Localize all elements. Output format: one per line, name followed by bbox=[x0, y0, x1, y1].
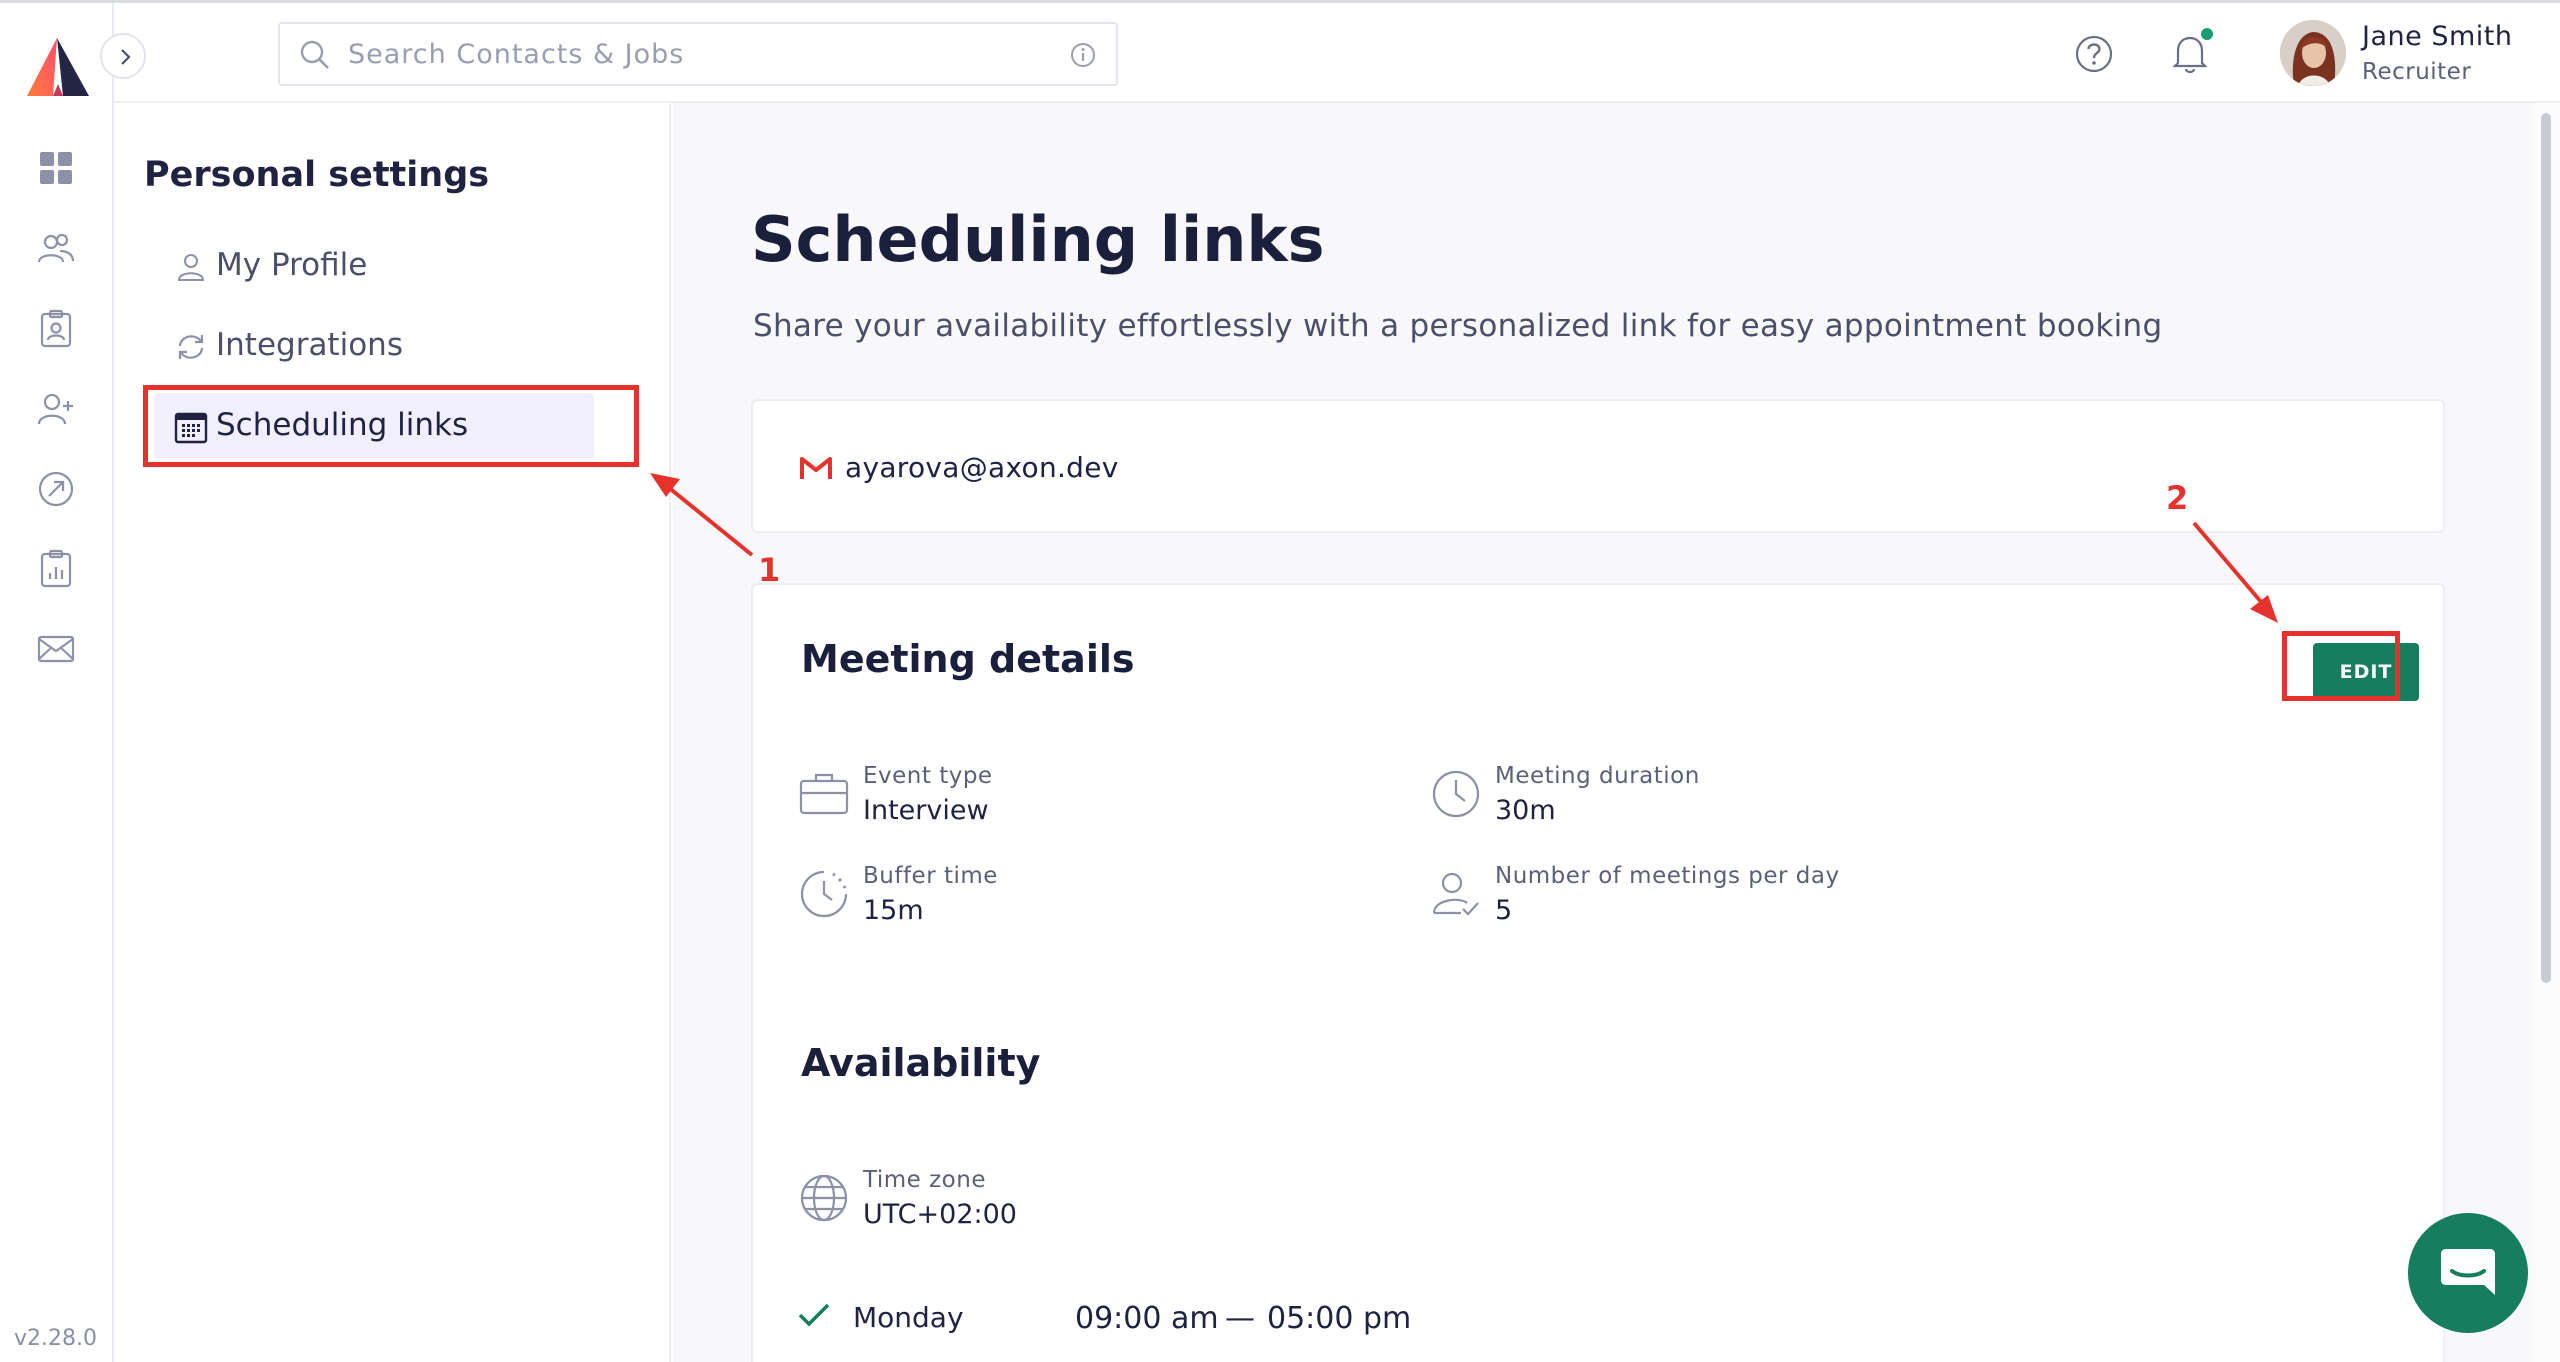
user-icon bbox=[177, 254, 205, 281]
briefcase-icon bbox=[799, 773, 849, 815]
detail-meetings-per-day: Number of meetings per day 5 bbox=[1431, 863, 1991, 933]
nav-item-my-profile[interactable]: My Profile bbox=[154, 233, 594, 299]
meeting-duration-label: Meeting duration bbox=[1495, 763, 1700, 789]
reports-icon[interactable] bbox=[36, 549, 76, 589]
globe-icon bbox=[800, 1174, 848, 1222]
event-type-value: Interview bbox=[863, 795, 989, 826]
app-version: v2.28.0 bbox=[14, 1326, 97, 1351]
availability-title: Availability bbox=[801, 1041, 1041, 1085]
meetings-per-day-value: 5 bbox=[1495, 895, 1513, 926]
analytics-icon[interactable] bbox=[36, 469, 76, 509]
event-type-label: Event type bbox=[863, 763, 993, 789]
info-icon[interactable] bbox=[1070, 42, 1096, 68]
annotation-box-scheduling-links bbox=[143, 385, 639, 467]
jobs-icon[interactable] bbox=[36, 309, 76, 349]
time-zone-value: UTC+02:00 bbox=[863, 1199, 1017, 1230]
detail-buffer-time: Buffer time 15m bbox=[799, 863, 1359, 933]
settings-sidebar: Personal settings My Profile Integration… bbox=[114, 103, 671, 1362]
day-start-time: 09:00 am bbox=[1075, 1301, 1219, 1336]
detail-meeting-duration: Meeting duration 30m bbox=[1431, 763, 1991, 833]
search-input[interactable] bbox=[348, 34, 1028, 74]
buffer-clock-icon bbox=[800, 870, 848, 918]
search-box[interactable] bbox=[278, 22, 1118, 86]
scroll-thumb[interactable] bbox=[2541, 113, 2551, 983]
annotation-step-2: 2 bbox=[2166, 479, 2189, 517]
notification-dot bbox=[2198, 25, 2216, 43]
connected-email: ayarova@axon.dev bbox=[845, 451, 1119, 484]
expand-sidebar-button[interactable] bbox=[100, 33, 146, 79]
main-content: Scheduling links Share your availability… bbox=[673, 103, 2533, 1362]
user-role: Recruiter bbox=[2362, 59, 2472, 85]
detail-time-zone[interactable]: Time zone UTC+02:00 bbox=[799, 1167, 1359, 1237]
main-scrollbar[interactable] bbox=[2532, 103, 2560, 1362]
settings-heading: Personal settings bbox=[144, 155, 490, 195]
clock-icon bbox=[1432, 770, 1480, 818]
app-root: v2.28.0 Search Contacts & Jobs Jane Smit… bbox=[0, 0, 2560, 1362]
user-check-icon bbox=[1432, 872, 1479, 916]
add-user-icon[interactable] bbox=[36, 389, 76, 429]
meetings-per-day-label: Number of meetings per day bbox=[1495, 863, 1840, 889]
page-title: Scheduling links bbox=[751, 203, 1325, 276]
user-avatar[interactable] bbox=[2280, 20, 2346, 86]
gmail-icon bbox=[800, 457, 832, 479]
nav-label-integrations: Integrations bbox=[216, 327, 403, 363]
sync-icon bbox=[178, 335, 204, 359]
buffer-time-label: Buffer time bbox=[863, 863, 998, 889]
availability-row-monday[interactable]: Monday 09:00 am — 05:00 pm bbox=[797, 1295, 1597, 1345]
meeting-details-title: Meeting details bbox=[801, 637, 1135, 681]
chat-icon bbox=[2441, 1249, 2495, 1295]
nav-item-integrations[interactable]: Integrations bbox=[154, 313, 594, 379]
detail-event-type: Event type Interview bbox=[799, 763, 1359, 833]
contacts-icon[interactable] bbox=[36, 229, 76, 269]
connected-email-card: ayarova@axon.dev bbox=[751, 399, 2445, 533]
page-subtitle: Share your availability effortlessly wit… bbox=[753, 308, 2163, 344]
buffer-time-value: 15m bbox=[863, 895, 924, 926]
app-logo[interactable] bbox=[23, 36, 93, 100]
meeting-details-card: Meeting details EDIT Event type Intervie… bbox=[751, 583, 2445, 1362]
chat-support-button[interactable] bbox=[2408, 1213, 2528, 1333]
mail-icon[interactable] bbox=[36, 629, 76, 669]
left-rail: v2.28.0 bbox=[0, 3, 114, 1362]
dashboard-icon[interactable] bbox=[36, 148, 76, 188]
meeting-duration-value: 30m bbox=[1495, 795, 1556, 826]
check-icon bbox=[798, 1303, 830, 1327]
annotation-step-1: 1 bbox=[758, 551, 781, 589]
help-icon[interactable] bbox=[2074, 34, 2114, 74]
annotation-box-edit-button bbox=[2282, 631, 2400, 701]
user-name[interactable]: Jane Smith bbox=[2362, 21, 2512, 52]
nav-label-my-profile: My Profile bbox=[216, 247, 368, 283]
time-range-dash: — bbox=[1225, 1301, 1255, 1336]
day-name: Monday bbox=[853, 1301, 964, 1334]
day-end-time: 05:00 pm bbox=[1267, 1301, 1412, 1336]
time-zone-label: Time zone bbox=[863, 1167, 986, 1193]
search-icon bbox=[300, 40, 329, 69]
chevron-right-icon bbox=[121, 49, 131, 65]
